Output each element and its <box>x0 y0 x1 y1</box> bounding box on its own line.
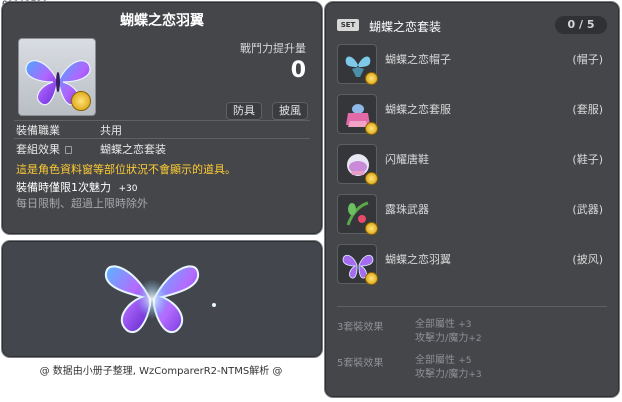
set-item-slot: (武器) <box>572 203 603 216</box>
set-effect-value[interactable]: 蝴蝶之恋套装 <box>100 141 166 157</box>
divider <box>337 306 607 307</box>
set-item-icon-box <box>337 194 378 235</box>
effect-attack-value: +2 <box>468 334 482 344</box>
set-effect-3-label: 3套裝效果 <box>337 322 384 333</box>
set-item-name: 闪耀唐鞋 <box>385 153 429 166</box>
set-effect-5-label: 5套裝效果 <box>337 358 384 369</box>
notice-text: 這是角色資料窗等部位狀況不會顯示的道具。 <box>16 163 236 176</box>
category-tag-cape: 披風 <box>272 102 308 120</box>
cash-coin-icon <box>365 72 378 85</box>
cash-coin-icon <box>365 222 378 235</box>
set-item[interactable]: 闪耀唐鞋 (鞋子) <box>337 144 607 188</box>
effect-attack-value: +3 <box>468 370 482 380</box>
set-badge: SET <box>337 19 359 31</box>
lock-icon <box>65 146 72 154</box>
set-effect-5-text: 全部屬性 +5 攻擊力/魔力+3 <box>415 354 482 382</box>
bonus-value: +30 <box>118 184 138 194</box>
effect-stat-label: 全部屬性 <box>415 355 455 366</box>
set-panel: SET 蝴蝶之恋套装 0 / 5 蝴蝶之恋帽子 (帽子) 蝴蝶之恋套服 (套服) <box>324 1 620 398</box>
effect-stat-label: 全部屬性 <box>415 319 455 330</box>
category-tag-armor: 防具 <box>226 102 262 120</box>
set-item[interactable]: 蝴蝶之恋套服 (套服) <box>337 94 607 138</box>
bonus-row: 裝備時僅限1次魅力 +30 <box>16 179 138 195</box>
set-item[interactable]: 蝴蝶之恋羽翼 (披风) <box>337 244 607 288</box>
bonus-label: 裝備時僅限1次魅力 <box>16 181 111 194</box>
set-item-slot: (披风) <box>572 253 603 266</box>
set-item-slot: (帽子) <box>572 53 603 66</box>
set-item[interactable]: 蝴蝶之恋帽子 (帽子) <box>337 44 607 88</box>
cash-coin-icon <box>365 122 378 135</box>
set-count: 0 / 5 <box>555 16 607 34</box>
footer-credit: @ 数据由小册子整理, WzComparerR2-NTMS解析 @ <box>39 366 283 377</box>
set-effect-3-text: 全部屬性 +3 攻擊力/魔力+2 <box>415 318 482 346</box>
effect-attack-label: 攻擊力/魔力 <box>415 369 469 380</box>
divider <box>14 138 310 139</box>
set-effect-label: 套組效果 <box>16 143 60 156</box>
cash-coin-icon <box>365 172 378 185</box>
restriction-text: 每日限制、超過上限時除外 <box>16 197 148 210</box>
item-icon-box <box>18 38 96 116</box>
set-item-name: 蝴蝶之恋套服 <box>385 103 451 116</box>
item-name: 蝴蝶之恋羽翼 <box>120 13 204 29</box>
job-row: 裝備職業 共用 <box>16 122 122 138</box>
item-preview-panel <box>1 240 323 358</box>
effect-attack-label: 攻擊力/魔力 <box>415 333 469 344</box>
power-value: 0 <box>290 58 306 83</box>
set-item-name: 蝴蝶之恋羽翼 <box>385 253 451 266</box>
divider <box>14 120 310 121</box>
power-label: 戰鬥力提升量 <box>240 42 306 55</box>
set-title: 蝴蝶之恋套装 <box>369 20 442 34</box>
set-item-slot: (套服) <box>572 103 603 116</box>
set-item-icon-box <box>337 44 378 85</box>
set-item-name: 蝴蝶之恋帽子 <box>385 53 451 66</box>
set-effect-row: 套組效果 蝴蝶之恋套装 <box>16 141 166 157</box>
set-item-icon-box <box>337 244 378 285</box>
cash-coin-icon <box>365 272 378 285</box>
butterfly-wing-preview <box>104 265 216 334</box>
set-item[interactable]: 露珠武器 (武器) <box>337 194 607 238</box>
item-tooltip: 蝴蝶之恋羽翼 戰鬥力提升量 0 防具 披風 裝備職業 共用 套組效果 蝴蝶之恋套… <box>1 1 323 235</box>
set-item-icon-box <box>337 144 378 185</box>
cash-coin-icon <box>71 91 91 111</box>
job-value: 共用 <box>100 124 122 137</box>
job-label: 裝備職業 <box>16 124 60 137</box>
set-item-name: 露珠武器 <box>385 203 429 216</box>
set-item-slot: (鞋子) <box>572 153 603 166</box>
set-item-icon-box <box>337 94 378 135</box>
effect-stat-value: +5 <box>458 356 472 366</box>
effect-stat-value: +3 <box>458 320 472 330</box>
